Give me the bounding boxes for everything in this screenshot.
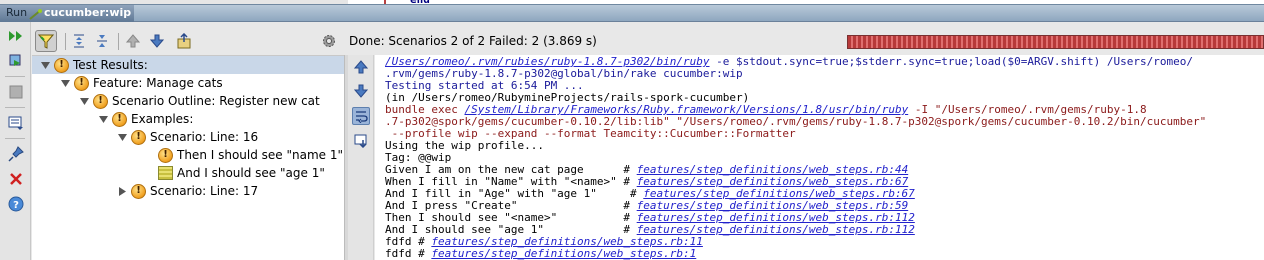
expanded-arrow-icon[interactable] [39, 59, 51, 71]
step-text: fdfd # [385, 247, 432, 260]
test-tree-toolbar [32, 30, 346, 54]
warning-status-icon: ! [112, 111, 127, 127]
warning-status-icon: ! [93, 93, 108, 109]
console-step-line: fdfd # features/step_definitions/web_ste… [385, 247, 696, 260]
export-icon[interactable] [173, 30, 195, 52]
expand-all-icon[interactable] [68, 30, 90, 52]
expanded-arrow-icon[interactable] [59, 77, 71, 89]
console-output[interactable]: /Users/romeo/.rvm/rubies/ruby-1.8.7-p302… [375, 55, 1264, 260]
warning-status-icon: ! [131, 183, 146, 199]
run-side-toolbar: ? [0, 22, 31, 260]
scroll-up-icon[interactable] [352, 58, 370, 76]
dump-threads-icon[interactable] [7, 114, 25, 132]
passed-status-icon [158, 166, 173, 180]
next-failure-icon[interactable] [146, 30, 168, 52]
pin-icon[interactable] [7, 145, 25, 163]
toolbar-separator [118, 33, 119, 50]
warning-status-icon: ! [158, 147, 173, 163]
tree-item-scenario-outline[interactable]: ! Scenario Outline: Register new cat [78, 92, 320, 110]
run-tool-window-title: Run cucumber:wip [0, 4, 1264, 22]
tree-item-scenario-line-16[interactable]: ! Scenario: Line: 16 [116, 128, 258, 146]
warning-status-icon: ! [131, 129, 146, 145]
collapse-all-icon[interactable] [91, 30, 113, 52]
console-text: -e $stdout.sync=true;$stderr.sync=true;l… [709, 55, 1193, 68]
help-icon[interactable]: ? [7, 195, 25, 213]
step-location-link[interactable]: features/step_definitions/web_steps.rb:1 [431, 247, 696, 260]
svg-text:?: ? [13, 200, 19, 211]
tree-item-label: Scenario: Line: 16 [150, 130, 259, 144]
tree-item-label: Feature: Manage cats [93, 76, 223, 90]
toolbar-separator [5, 76, 25, 77]
expanded-arrow-icon[interactable] [116, 131, 128, 143]
tree-item-examples[interactable]: ! Examples: [97, 110, 193, 128]
close-icon[interactable] [7, 170, 25, 188]
tree-item-label: Examples: [131, 112, 194, 126]
hide-passed-icon[interactable] [35, 30, 57, 52]
settings-gear-icon[interactable] [321, 33, 337, 49]
stop-icon[interactable] [7, 83, 25, 101]
tree-item-label: Scenario Outline: Register new cat [112, 94, 320, 108]
tree-item-step-and[interactable]: And I should see "age 1" [158, 164, 325, 182]
toolbar-separator [65, 33, 66, 50]
run-config-name[interactable]: cucumber:wip [44, 6, 131, 19]
toggle-autotest-icon[interactable] [7, 52, 25, 70]
warning-status-icon: ! [54, 57, 69, 73]
warning-status-icon: ! [74, 75, 89, 91]
tree-item-feature[interactable]: ! Feature: Manage cats [59, 74, 223, 92]
rerun-icon[interactable] [7, 27, 25, 45]
toolbar-separator [5, 107, 25, 108]
run-label: Run [6, 6, 28, 19]
scroll-to-end-icon[interactable] [352, 132, 370, 150]
toolbar-separator [5, 138, 25, 139]
collapsed-arrow-icon[interactable] [116, 185, 128, 197]
expanded-arrow-icon[interactable] [97, 113, 109, 125]
tree-item-label: Scenario: Line: 17 [150, 184, 259, 198]
tree-item-label: Then I should see "name 1" [177, 148, 344, 162]
soft-wrap-icon[interactable] [352, 107, 370, 125]
test-status-summary: Done: Scenarios 2 of 2 Failed: 2 (3.869 … [349, 34, 597, 48]
expanded-arrow-icon[interactable] [78, 95, 90, 107]
tree-item-scenario-line-17[interactable]: ! Scenario: Line: 17 [116, 182, 258, 200]
test-results-tree[interactable]: ! Test Results: ! Feature: Manage cats !… [32, 55, 344, 260]
tree-item-label: Test Results: [73, 58, 148, 72]
tree-item-step-then[interactable]: ! Then I should see "name 1" [158, 146, 343, 164]
console-toolbar [348, 55, 374, 260]
scroll-down-icon[interactable] [352, 82, 370, 100]
cucumber-icon [29, 9, 42, 20]
tree-item-test-results[interactable]: ! Test Results: [32, 56, 344, 74]
tree-item-label: And I should see "age 1" [177, 166, 325, 180]
previous-failure-icon[interactable] [122, 30, 144, 52]
test-progress-bar [847, 35, 1264, 49]
